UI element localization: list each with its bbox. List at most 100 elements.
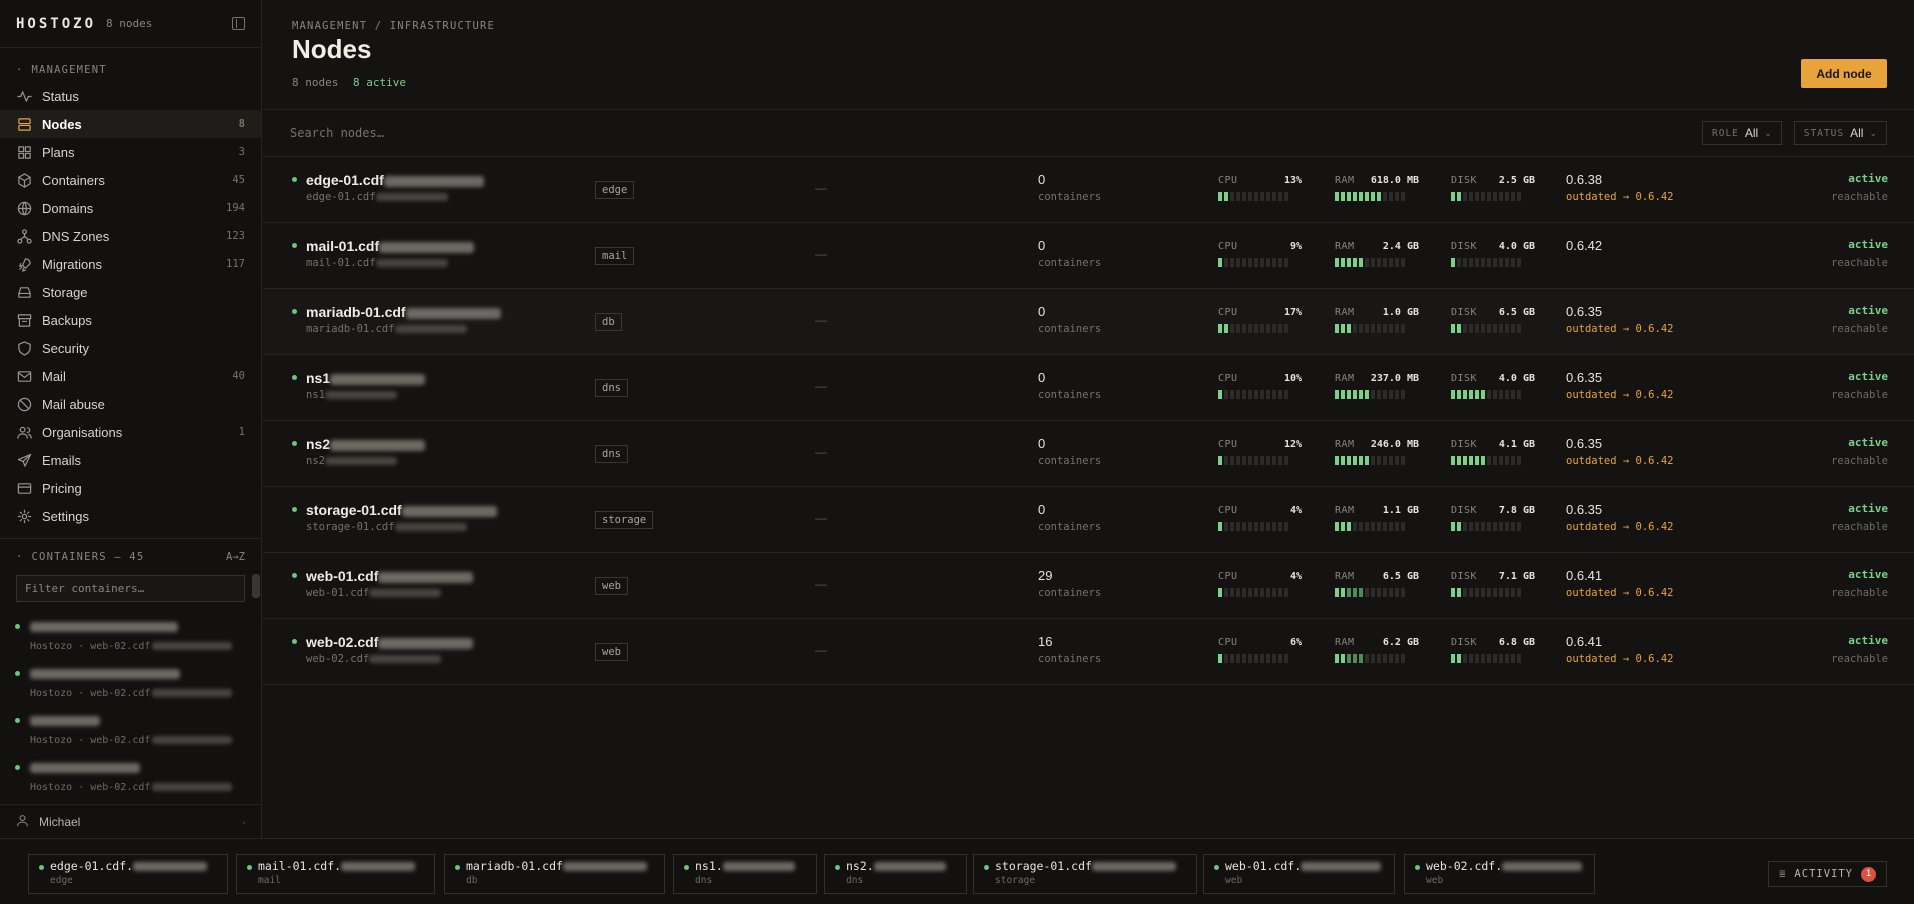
disk-metric: DISK 2.5 GB	[1451, 175, 1535, 201]
sidebar-item-migrations[interactable]: Migrations 117	[0, 250, 261, 278]
node-dock-chip[interactable]: storage-01.cdf storage	[973, 854, 1197, 894]
usage-bar-segment	[1493, 456, 1497, 465]
table-row[interactable]: mariadb-01.cdf mariadb-01.cdf db — 0 con…	[263, 289, 1914, 355]
usage-bar-segment	[1272, 522, 1276, 531]
management-section-title[interactable]: · MANAGEMENT	[0, 48, 261, 82]
containers-filter-input[interactable]: Filter containers…	[16, 575, 245, 602]
node-name[interactable]: web-02.cdf	[306, 634, 474, 650]
sidebar-item-domains[interactable]: Domains 194	[0, 194, 261, 222]
brand-logo[interactable]: HOSTOZO	[16, 16, 96, 32]
containers-scrollbar[interactable]	[252, 574, 260, 598]
summary-total: 8 nodes	[292, 76, 339, 89]
node-reachability: reachable	[1831, 389, 1888, 401]
usage-bar-segment	[1242, 390, 1246, 399]
sidebar-item-settings[interactable]: Settings	[0, 502, 261, 530]
sidebar-item-containers[interactable]: Containers 45	[0, 166, 261, 194]
users-icon	[16, 424, 32, 440]
usage-bar-segment	[1347, 456, 1351, 465]
sidebar-item-count: 194	[226, 202, 245, 214]
node-dock-chip[interactable]: mail-01.cdf. mail	[236, 854, 435, 894]
node-outdated-notice: outdated → 0.6.42	[1566, 455, 1674, 467]
dock-node-name: ns1.	[695, 859, 808, 873]
table-row[interactable]: mail-01.cdf mail-01.cdf mail — 0 contain…	[263, 223, 1914, 289]
usage-bar-segment	[1493, 324, 1497, 333]
sidebar-item-mail[interactable]: Mail 40	[0, 362, 261, 390]
cpu-usage-bar	[1218, 192, 1302, 201]
container-list-item[interactable]: Hostozo · web-02.cdf	[0, 659, 261, 706]
node-dock-chip[interactable]: web-02.cdf. web	[1404, 854, 1595, 894]
node-role-badge: dns	[595, 379, 628, 397]
node-version: 0.6.38	[1566, 172, 1603, 187]
add-node-button[interactable]: Add node	[1801, 59, 1887, 88]
sidebar-item-security[interactable]: Security	[0, 334, 261, 362]
node-dock-chip[interactable]: edge-01.cdf. edge	[28, 854, 228, 894]
node-name[interactable]: mariadb-01.cdf	[306, 304, 501, 320]
cpu-label: CPU	[1218, 571, 1238, 582]
usage-bar-segment	[1383, 522, 1387, 531]
table-row[interactable]: ns1 ns1 dns — 0 containers CPU 10% RAM 237…	[263, 355, 1914, 421]
usage-bar-segment	[1236, 258, 1240, 267]
sidebar-item-organisations[interactable]: Organisations 1	[0, 418, 261, 446]
table-row[interactable]: ns2 ns2 dns — 0 containers CPU 12% RAM 246…	[263, 421, 1914, 487]
disk-metric: DISK 4.1 GB	[1451, 439, 1535, 465]
node-name[interactable]: web-01.cdf	[306, 568, 474, 584]
usage-bar-segment	[1272, 588, 1276, 597]
node-name[interactable]: mail-01.cdf	[306, 238, 475, 254]
sidebar-item-dns-zones[interactable]: DNS Zones 123	[0, 222, 261, 250]
node-name[interactable]: storage-01.cdf	[306, 502, 497, 518]
sidebar-item-emails[interactable]: Emails	[0, 446, 261, 474]
node-name[interactable]: ns2	[306, 436, 426, 452]
ram-value: 2.4 GB	[1382, 241, 1419, 252]
node-name[interactable]: ns1	[306, 370, 426, 386]
sidebar-item-nodes[interactable]: Nodes 8	[0, 110, 261, 138]
sidebar-item-plans[interactable]: Plans 3	[0, 138, 261, 166]
node-dock-chip[interactable]: mariadb-01.cdf db	[444, 854, 665, 894]
search-nodes-input[interactable]: Search nodes…	[290, 126, 384, 140]
usage-bar-segment	[1284, 192, 1288, 201]
status-filter-select[interactable]: STATUS All ⌄	[1793, 121, 1887, 145]
cpu-metric: CPU 10%	[1218, 373, 1302, 399]
sidebar-item-mail-abuse[interactable]: Mail abuse	[0, 390, 261, 418]
ram-usage-bar	[1335, 588, 1419, 597]
app-root: HOSTOZO 8 nodes · MANAGEMENT Status Node…	[0, 0, 1914, 904]
usage-bar-segment	[1511, 588, 1515, 597]
cpu-label: CPU	[1218, 241, 1238, 252]
ram-metric: RAM 1.0 GB	[1335, 307, 1419, 333]
node-dock-chip[interactable]: ns2. dns	[824, 854, 967, 894]
containers-section-header[interactable]: · CONTAINERS — 45 A→Z	[0, 538, 261, 569]
node-dock-chip[interactable]: ns1. dns	[673, 854, 817, 894]
sidebar-item-pricing[interactable]: Pricing	[0, 474, 261, 502]
container-list-item[interactable]: Hostozo · web-02.cdf	[0, 612, 261, 659]
user-menu[interactable]: Michael ·	[0, 804, 262, 838]
sidebar-item-backups[interactable]: Backups	[0, 306, 261, 334]
activity-icon	[16, 88, 32, 104]
usage-bar-segment	[1395, 654, 1399, 663]
sidebar-item-status[interactable]: Status	[0, 82, 261, 110]
table-row[interactable]: web-02.cdf web-02.cdf web — 16 container…	[263, 619, 1914, 685]
table-row[interactable]: edge-01.cdf edge-01.cdf edge — 0 contain…	[263, 157, 1914, 223]
table-row[interactable]: web-01.cdf web-01.cdf web — 29 container…	[263, 553, 1914, 619]
usage-bar-segment	[1505, 522, 1509, 531]
node-name[interactable]: edge-01.cdf	[306, 172, 484, 188]
sidebar-collapse-icon[interactable]	[232, 17, 245, 30]
usage-bar-segment	[1278, 588, 1282, 597]
server-icon	[16, 116, 32, 132]
role-filter-select[interactable]: ROLE All ⌄	[1702, 121, 1782, 145]
usage-bar-segment	[1359, 588, 1363, 597]
usage-bar-segment	[1389, 390, 1393, 399]
node-empty-cell: —	[815, 511, 827, 525]
container-list-item[interactable]: Hostozo · web-02.cdf	[0, 706, 261, 753]
activity-button[interactable]: ≣ ACTIVITY 1	[1768, 861, 1887, 887]
containers-sort-toggle[interactable]: A→Z	[226, 551, 245, 563]
dock-node-name: web-02.cdf.	[1426, 859, 1586, 873]
sidebar-item-storage[interactable]: Storage	[0, 278, 261, 306]
usage-bar-segment	[1266, 390, 1270, 399]
usage-bar-segment	[1260, 192, 1264, 201]
container-list-item[interactable]: Hostozo · web-02.cdf	[0, 753, 261, 800]
table-row[interactable]: storage-01.cdf storage-01.cdf storage — …	[263, 487, 1914, 553]
node-dock-chip[interactable]: web-01.cdf. web	[1203, 854, 1395, 894]
breadcrumb: MANAGEMENT / INFRASTRUCTURE	[292, 20, 496, 32]
container-owner: Hostozo · web-02.cdf	[30, 641, 245, 652]
node-version: 0.6.35	[1566, 436, 1603, 451]
usage-bar-segment	[1481, 588, 1485, 597]
